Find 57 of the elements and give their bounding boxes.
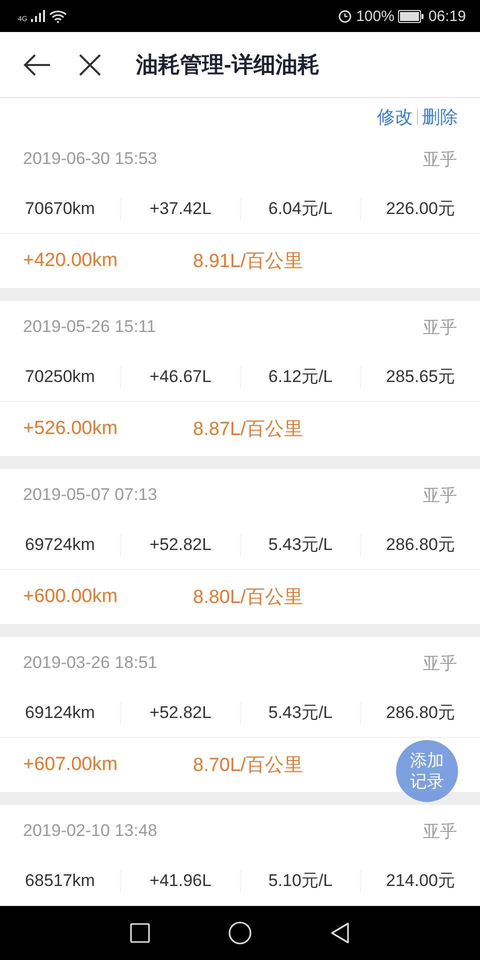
owner-name: 亚乎 bbox=[423, 820, 457, 842]
wifi-icon bbox=[49, 10, 68, 22]
fuel-volume: +52.82L bbox=[120, 703, 240, 723]
back-nav-button[interactable] bbox=[330, 922, 350, 944]
circle-icon bbox=[228, 921, 252, 945]
unit-price: 6.12元/L bbox=[240, 367, 360, 387]
record-date: 2019-03-26 18:51 bbox=[23, 653, 158, 673]
home-button[interactable] bbox=[228, 921, 252, 945]
battery-percent: 100% bbox=[356, 8, 394, 24]
total-cost: 286.80元 bbox=[360, 535, 480, 555]
fuel-volume: +52.82L bbox=[120, 535, 240, 555]
page-title: 油耗管理-详细油耗 bbox=[136, 50, 320, 78]
recents-button[interactable] bbox=[130, 923, 150, 943]
odometer-reading: 70670km bbox=[24, 199, 96, 219]
fuel-consumption: 8.80L/百公里 bbox=[193, 586, 303, 610]
fuel-consumption: 8.70L/百公里 bbox=[193, 754, 303, 778]
record-date: 2019-06-30 15:53 bbox=[23, 149, 158, 169]
distance-driven: +420.00km bbox=[23, 250, 119, 272]
edit-link[interactable]: 修改 bbox=[377, 104, 413, 128]
total-cost: 214.00元 bbox=[360, 871, 480, 891]
total-cost: 226.00元 bbox=[360, 199, 480, 219]
clock-time: 06:19 bbox=[428, 8, 466, 24]
odometer-reading: 69724km bbox=[24, 535, 96, 555]
fuel-consumption: 8.87L/百公里 bbox=[193, 418, 303, 442]
owner-name: 亚乎 bbox=[423, 316, 457, 338]
unit-price: 6.04元/L bbox=[240, 199, 360, 219]
fuel-volume: +46.67L bbox=[120, 367, 240, 387]
owner-name: 亚乎 bbox=[423, 148, 457, 170]
unit-price: 5.43元/L bbox=[240, 535, 360, 555]
total-cost: 286.80元 bbox=[360, 703, 480, 723]
triangle-icon bbox=[330, 922, 350, 944]
alarm-icon bbox=[338, 9, 352, 23]
distance-driven: +600.00km bbox=[23, 586, 119, 608]
unit-price: 5.43元/L bbox=[240, 703, 360, 723]
owner-name: 亚乎 bbox=[423, 652, 457, 674]
fuel-volume: +37.42L bbox=[120, 199, 240, 219]
back-arrow-icon bbox=[22, 52, 52, 76]
record-date: 2019-02-10 13:48 bbox=[23, 821, 158, 841]
fuel-consumption: 8.91L/百公里 bbox=[193, 250, 303, 274]
square-icon bbox=[130, 923, 150, 943]
record-date: 2019-05-07 07:13 bbox=[23, 485, 158, 505]
distance-driven: +607.00km bbox=[23, 754, 119, 776]
close-icon bbox=[78, 52, 102, 76]
owner-name: 亚乎 bbox=[423, 484, 457, 506]
battery-icon bbox=[398, 10, 424, 22]
odometer-reading: 68517km bbox=[24, 871, 96, 891]
close-button[interactable] bbox=[78, 52, 102, 76]
fuel-volume: +41.96L bbox=[120, 871, 240, 891]
odometer-reading: 69124km bbox=[24, 703, 96, 723]
total-cost: 285.65元 bbox=[360, 367, 480, 387]
back-button[interactable] bbox=[22, 52, 52, 76]
record-date: 2019-05-26 15:11 bbox=[23, 317, 156, 337]
delete-link[interactable]: 删除 bbox=[422, 104, 458, 128]
odometer-reading: 70250km bbox=[24, 367, 96, 387]
unit-price: 5.10元/L bbox=[240, 871, 360, 891]
signal-icon bbox=[31, 10, 46, 22]
distance-driven: +526.00km bbox=[23, 418, 119, 440]
